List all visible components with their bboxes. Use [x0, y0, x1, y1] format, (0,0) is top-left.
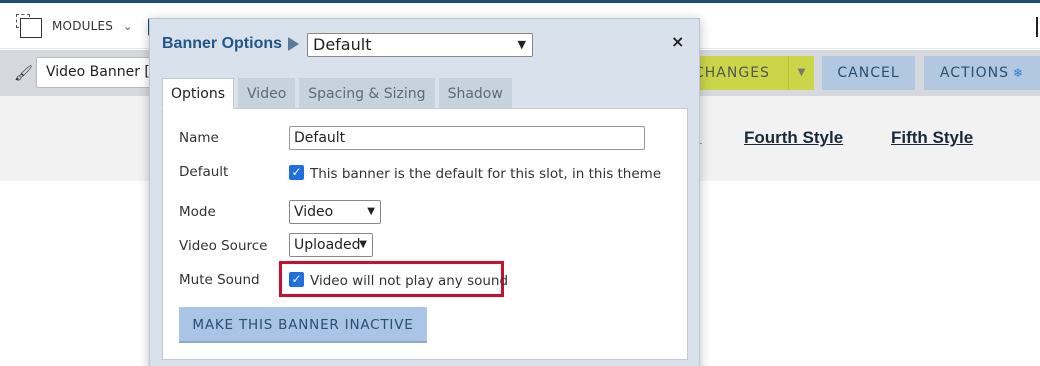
modules-label: MODULES: [52, 19, 114, 33]
close-icon[interactable]: ×: [671, 32, 684, 51]
banner-options-dialog: Banner Options Default ▼ × Options Video…: [149, 18, 700, 366]
dialog-tabs: Options Video Spacing & Sizing Shadow: [162, 78, 512, 109]
mute-sound-checkbox[interactable]: ✓: [289, 272, 304, 287]
mode-label: Mode: [179, 204, 216, 220]
video-source-select[interactable]: Uploaded ▼: [289, 233, 373, 257]
default-checkbox-text: This banner is the default for this slot…: [310, 166, 662, 182]
modules-icon: [16, 12, 44, 40]
video-source-value: Uploaded: [294, 237, 361, 253]
chevron-down-icon: ▼: [517, 38, 526, 51]
chevron-down-icon: ▼: [359, 239, 367, 250]
default-label: Default: [179, 164, 229, 180]
default-checkbox[interactable]: ✓: [289, 165, 304, 180]
tab-video[interactable]: Video: [238, 78, 296, 109]
actions-button[interactable]: ACTIONS ❄: [924, 56, 1040, 90]
options-panel: Name Default Default ✓ This banner is th…: [162, 108, 688, 360]
banner-style-select[interactable]: Default ▼: [307, 33, 533, 57]
paint-brush-icon[interactable]: 🖌: [14, 64, 34, 82]
tab-options[interactable]: Options: [162, 78, 235, 109]
gear-icon: ❄: [1013, 66, 1025, 80]
breadcrumb-arrow-icon: [288, 37, 299, 51]
save-dropdown-button[interactable]: ▼: [788, 56, 814, 90]
banner-select[interactable]: Video Banner [inc: [36, 57, 166, 88]
video-source-label: Video Source: [179, 238, 268, 254]
modules-button[interactable]: MODULES ⌄: [16, 12, 132, 40]
toolbar-edge-icon: [1036, 17, 1038, 37]
tab-spacing-sizing[interactable]: Spacing & Sizing: [299, 78, 435, 109]
actions-label: ACTIONS: [939, 65, 1010, 81]
tab-shadow[interactable]: Shadow: [438, 78, 512, 109]
chevron-down-icon: ▼: [367, 206, 375, 217]
dialog-title: Banner Options: [162, 35, 283, 52]
mute-sound-label: Mute Sound: [179, 272, 260, 288]
nav-link-fourth-style[interactable]: Fourth Style: [744, 128, 843, 148]
nav-link-fifth-style[interactable]: Fifth Style: [891, 128, 973, 148]
make-banner-inactive-button[interactable]: MAKE THIS BANNER INACTIVE: [179, 307, 427, 343]
banner-style-value: Default: [313, 35, 372, 54]
mute-sound-checkbox-text: Video will not play any sound: [310, 273, 509, 289]
mode-select[interactable]: Video ▼: [289, 200, 381, 224]
chevron-down-icon: ⌄: [123, 19, 133, 33]
mode-value: Video: [294, 204, 334, 220]
cancel-button[interactable]: CANCEL: [822, 56, 915, 90]
name-input[interactable]: Default: [289, 126, 645, 150]
name-label: Name: [179, 130, 219, 146]
